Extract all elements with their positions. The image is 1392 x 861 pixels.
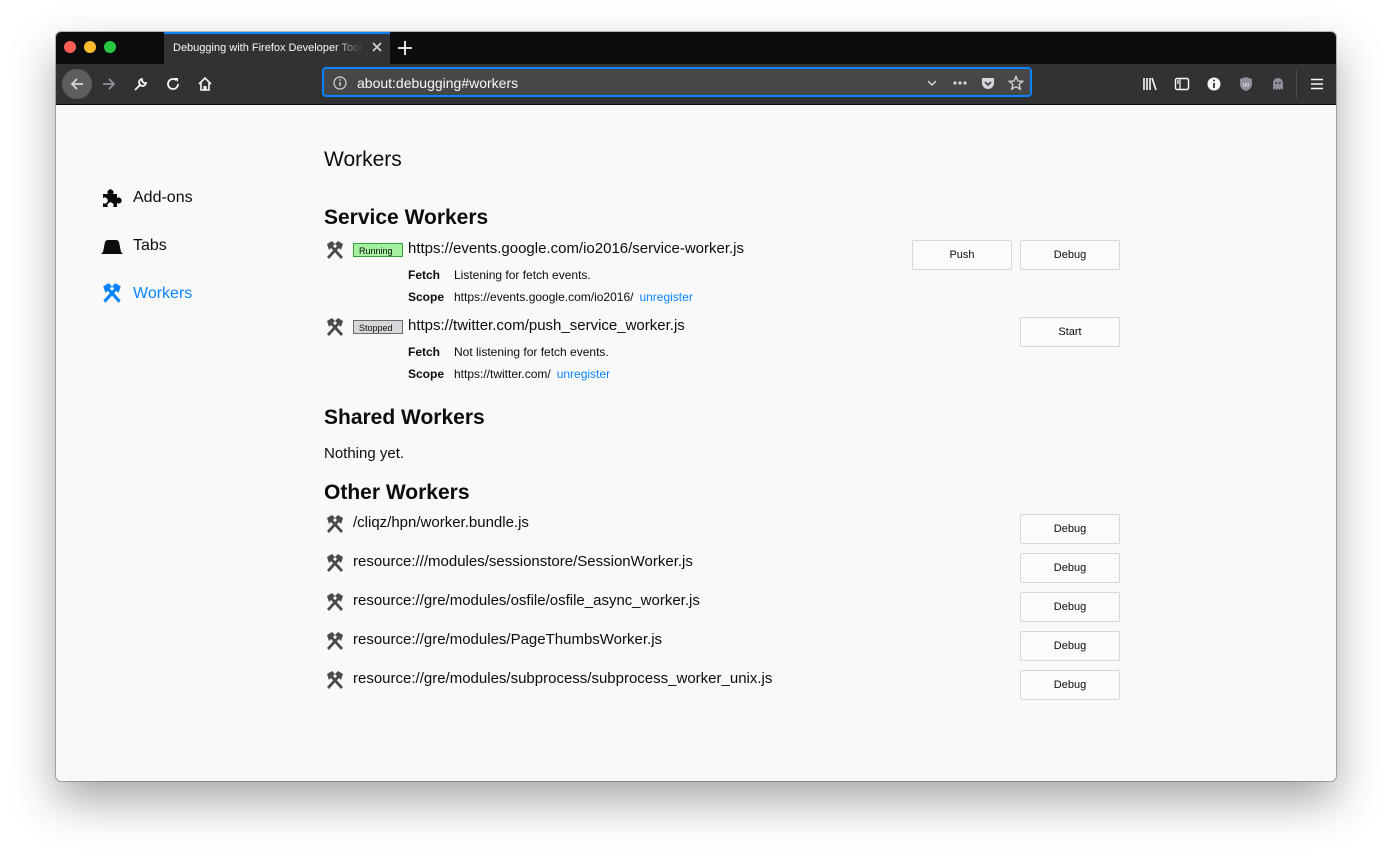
browser-window: Debugging with Firefox Developer Tools a… — [56, 32, 1336, 781]
sidebar-item-label: Workers — [133, 285, 193, 302]
hammer-icon — [327, 515, 343, 533]
svg-text:uo: uo — [1243, 83, 1250, 89]
hammer-icon — [327, 671, 343, 689]
sidebar-toggle-button[interactable] — [1167, 69, 1197, 99]
library-button[interactable] — [1136, 69, 1166, 99]
other-worker-row: resource:///modules/sessionstore/Session… — [324, 553, 1124, 577]
worker-name: /cliqz/hpn/worker.bundle.js — [353, 514, 529, 531]
arrow-left-icon — [70, 78, 83, 90]
scope-label: Scope — [408, 290, 445, 304]
tab-debugging[interactable]: Debugging with Firefox Developer Tools — [164, 32, 390, 64]
window-minimize-button[interactable] — [84, 41, 96, 53]
scope-detail: Scope https://events.google.com/io2016/un… — [408, 290, 693, 304]
debug-button[interactable]: Debug — [1020, 592, 1120, 622]
password-manager-button[interactable] — [1199, 69, 1229, 99]
ghostery-button[interactable] — [1263, 69, 1293, 99]
forward-button[interactable] — [94, 69, 124, 99]
chevron-down-icon[interactable] — [922, 73, 942, 93]
unregister-link[interactable]: unregister — [557, 367, 610, 381]
worker-name: resource://gre/modules/subprocess/subpro… — [353, 670, 773, 687]
scope-label: Scope — [408, 367, 445, 381]
unregister-link[interactable]: unregister — [639, 290, 692, 304]
worker-name: resource://gre/modules/PageThumbsWorker.… — [353, 631, 663, 648]
scope-detail: Scope https://twitter.com/unregister — [408, 367, 610, 381]
debug-button[interactable]: Debug — [1020, 553, 1120, 583]
other-worker-row: resource://gre/modules/subprocess/subpro… — [324, 670, 1124, 694]
fetch-value: Listening for fetch events. — [454, 268, 591, 282]
library-icon — [1143, 77, 1157, 91]
hamburger-menu-icon — [1311, 78, 1323, 90]
url-text[interactable]: about:debugging#workers — [357, 75, 518, 91]
workers-icon — [100, 282, 124, 306]
close-icon[interactable] — [370, 40, 384, 54]
scope-value: https://twitter.com/ — [454, 367, 551, 381]
service-worker-row: Stopped https://twitter.com/push_service… — [324, 317, 1124, 341]
sidebar-item-workers[interactable]: Workers — [100, 282, 192, 306]
developer-tools-button[interactable] — [126, 69, 156, 99]
ghost-icon — [1273, 78, 1283, 90]
other-workers-heading: Other Workers — [324, 481, 470, 504]
tab-strip: Debugging with Firefox Developer Tools — [56, 32, 1336, 64]
other-worker-row: resource://gre/modules/PageThumbsWorker.… — [324, 631, 1124, 655]
sidebar-item-addons[interactable]: Add-ons — [100, 186, 193, 210]
url-bar[interactable]: about:debugging#workers — [323, 68, 1031, 96]
fetch-label: Fetch — [408, 268, 441, 282]
scope-value: https://events.google.com/io2016/ — [454, 290, 634, 304]
debug-button[interactable]: Debug — [1020, 514, 1120, 544]
back-button[interactable] — [62, 69, 92, 99]
shared-workers-heading: Shared Workers — [324, 406, 485, 429]
info-circle-icon — [1207, 77, 1221, 91]
ublock-button[interactable]: uo — [1231, 69, 1261, 99]
navigation-toolbar: about:debugging#workers uo — [56, 64, 1336, 105]
home-button[interactable] — [190, 69, 220, 99]
service-workers-heading: Service Workers — [324, 206, 489, 229]
fetch-value: Not listening for fetch events. — [454, 345, 609, 359]
worker-name: https://events.google.com/io2016/service… — [408, 240, 744, 257]
push-button[interactable]: Push — [912, 240, 1012, 270]
other-worker-row: resource://gre/modules/osfile/osfile_asy… — [324, 592, 1124, 616]
fetch-detail: Fetch Listening for fetch events. — [408, 268, 591, 282]
page-actions-icon[interactable] — [950, 73, 970, 93]
shared-workers-empty: Nothing yet. — [324, 445, 405, 462]
debug-button[interactable]: Debug — [1020, 670, 1120, 700]
wrench-icon — [134, 77, 148, 91]
menu-button[interactable] — [1302, 69, 1332, 99]
toolbar-divider — [1296, 70, 1297, 98]
worker-name: resource://gre/modules/osfile/osfile_asy… — [353, 592, 700, 609]
fetch-label: Fetch — [408, 345, 441, 359]
hammer-icon — [327, 241, 343, 259]
hammer-icon — [327, 318, 343, 336]
debug-button[interactable]: Debug — [1020, 631, 1120, 661]
new-tab-icon[interactable] — [396, 39, 414, 57]
debug-button[interactable]: Debug — [1020, 240, 1120, 270]
reload-icon — [167, 78, 179, 90]
sidebar-item-tabs[interactable]: Tabs — [100, 234, 167, 258]
page-title: Workers — [324, 148, 402, 171]
puzzle-icon — [100, 186, 124, 210]
reload-button[interactable] — [158, 69, 188, 99]
worker-name: https://twitter.com/push_service_worker.… — [408, 317, 685, 334]
bookmark-star-icon[interactable] — [1006, 73, 1026, 93]
hammer-icon — [327, 554, 343, 572]
worker-name: resource:///modules/sessionstore/Session… — [353, 553, 693, 570]
tab-icon — [100, 234, 124, 258]
sidebar-icon — [1174, 77, 1190, 91]
pocket-icon[interactable] — [978, 73, 998, 93]
fetch-detail: Fetch Not listening for fetch events. — [408, 345, 609, 359]
sidebar-item-label: Tabs — [133, 237, 167, 254]
window-close-button[interactable] — [64, 41, 76, 53]
status-badge: Stopped — [353, 320, 403, 334]
shield-icon: uo — [1240, 77, 1252, 91]
other-worker-row: /cliqz/hpn/worker.bundle.js — [324, 514, 1124, 538]
sidebar-item-label: Add-ons — [133, 189, 193, 206]
info-icon[interactable] — [330, 73, 350, 93]
status-badge: Running — [353, 243, 403, 257]
hammer-icon — [327, 593, 343, 611]
window-maximize-button[interactable] — [104, 41, 116, 53]
tab-title: Debugging with Firefox Developer Tools — [173, 42, 363, 54]
home-icon — [198, 76, 212, 91]
arrow-right-icon — [103, 78, 116, 90]
start-button[interactable]: Start — [1020, 317, 1120, 347]
hammer-icon — [327, 632, 343, 650]
